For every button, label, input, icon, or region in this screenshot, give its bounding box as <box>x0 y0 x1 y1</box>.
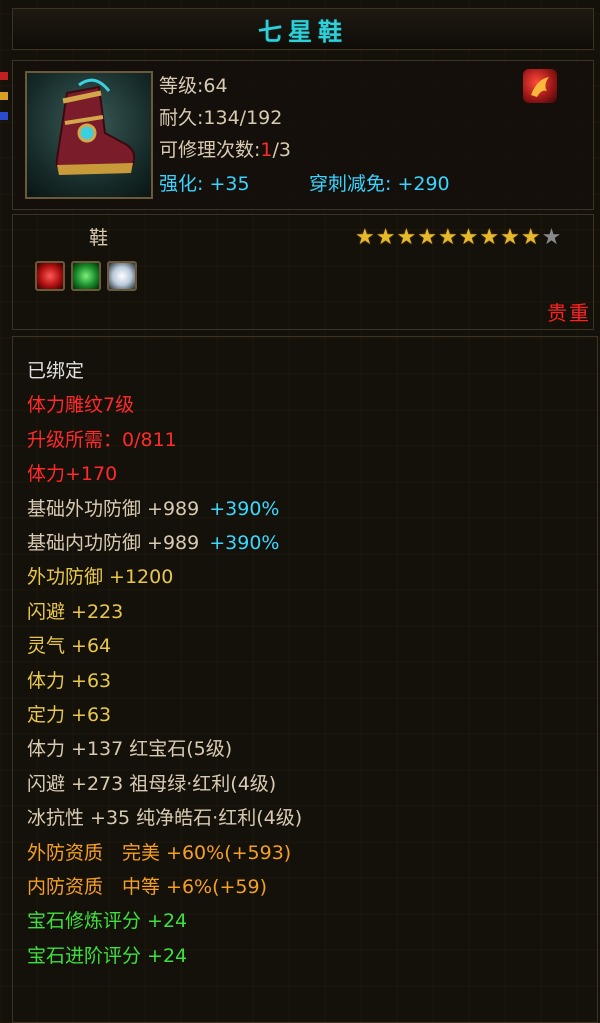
attribute-row: 宝石进阶评分 +24 <box>27 944 187 968</box>
star-icon: ★ <box>396 225 417 250</box>
star-icon: ★ <box>541 225 562 250</box>
attribute-row: 体力+170 <box>27 462 117 486</box>
attribute-row: 闪避 +273 祖母绿·红利(4级) <box>27 772 276 796</box>
attribute-row: 体力雕纹7级 <box>27 393 134 417</box>
green-gem-icon[interactable] <box>71 261 101 291</box>
attribute-text: 冰抗性 +35 纯净皓石·红利(4级) <box>27 807 303 830</box>
white-gem-icon[interactable] <box>107 261 137 291</box>
item-enhance: 强化: +35 <box>159 173 250 195</box>
attribute-text: 宝石进阶评分 +24 <box>27 944 188 967</box>
attribute-text: 闪避 +273 祖母绿·红利(4级) <box>27 772 277 795</box>
item-level: 等级:64 <box>159 75 228 97</box>
star-icon: ★ <box>458 225 479 250</box>
attribute-text: 基础内功防御 +989 <box>27 532 200 554</box>
attribute-text: 基础外功防御 +989 <box>27 497 200 520</box>
item-tooltip: 七星鞋 等级:64 耐久:134/192 可修理次数:1/3 强化: +35 穿… <box>0 0 600 1023</box>
repair-total: /3 <box>272 139 292 161</box>
attribute-text: 宝石修炼评分 +24 <box>27 910 188 933</box>
attribute-row: 体力 +137 红宝石(5级) <box>27 737 232 761</box>
repair-label: 可修理次数: <box>159 139 261 161</box>
attribute-row: 外防资质 完美 +60%(+593) <box>27 841 291 865</box>
attribute-row: 冰抗性 +35 纯净皓石·红利(4级) <box>27 806 302 830</box>
attribute-text: 体力 +137 红宝石(5级) <box>27 738 233 761</box>
item-name: 七星鞋 <box>258 17 348 46</box>
attribute-text: 内防资质 中等 +6%(+59) <box>27 876 268 898</box>
attribute-row: 闪避 +223 <box>27 600 123 624</box>
attribute-row: 内防资质 中等 +6%(+59) <box>27 875 267 899</box>
attribute-row: 基础内功防御 +989 +390% <box>27 531 279 555</box>
attribute-text: 外防资质 完美 +60%(+593) <box>27 841 292 864</box>
edge-accents <box>0 60 8 360</box>
star-icon: ★ <box>355 225 375 250</box>
attribute-text: 体力+170 <box>27 463 118 486</box>
attribute-list: 已绑定体力雕纹7级升级所需：0/811 体力+170 基础外功防御 +989 +390… <box>12 336 598 1023</box>
item-class-panel: 鞋 ★ ★ ★ ★ ★ ★ ★ ★ ★ ★ 贵重 <box>12 214 594 330</box>
star-icon: ★ <box>375 225 396 250</box>
star-icon: ★ <box>479 225 500 250</box>
attribute-row: 宝石修炼评分 +24 <box>27 909 187 933</box>
title-bar: 七星鞋 <box>12 8 594 50</box>
item-durability: 耐久:134/192 <box>159 107 283 129</box>
star-icon: ★ <box>437 225 458 250</box>
attribute-text: 定力 +63 <box>27 704 112 726</box>
attribute-bonus: +390% <box>209 497 280 520</box>
star-icon: ★ <box>417 225 437 250</box>
attribute-row: 基础外功防御 +989 +390% <box>27 497 279 521</box>
attribute-row: 外功防御 +1200 <box>27 565 173 589</box>
attribute-text: 闪避 +223 <box>27 600 124 623</box>
attribute-text: 已绑定 <box>27 360 85 382</box>
attribute-text: 体力雕纹7级 <box>27 394 135 417</box>
item-pierce-reduction: 穿刺减免: +290 <box>309 173 450 195</box>
boots-icon[interactable] <box>25 71 153 199</box>
attribute-text: 外功防御 +1200 <box>27 566 174 589</box>
attribute-row: 定力 +63 <box>27 703 111 727</box>
item-type: 鞋 <box>89 227 109 249</box>
attribute-text: 灵气 +64 <box>27 635 112 658</box>
rarity-label: 贵重 <box>547 301 591 325</box>
item-summary: 等级:64 耐久:134/192 可修理次数:1/3 强化: +35 穿刺减免:… <box>12 60 594 210</box>
attribute-text: 体力 +63 <box>27 669 112 692</box>
attribute-row: 灵气 +64 <box>27 634 111 658</box>
item-repair-count: 可修理次数:1/3 <box>159 135 291 162</box>
attribute-bonus: +390% <box>209 532 280 554</box>
attribute-row: 升级所需：0/811 <box>27 428 177 452</box>
star-rating: ★ ★ ★ ★ ★ ★ ★ ★ ★ ★ <box>355 227 561 249</box>
star-icon: ★ <box>520 225 541 250</box>
attribute-text: 升级所需：0/811 <box>27 428 177 451</box>
red-gem-icon[interactable] <box>35 261 65 291</box>
fire-bird-icon[interactable] <box>523 69 557 103</box>
attribute-row: 已绑定 <box>27 359 84 383</box>
gem-sockets <box>35 261 137 291</box>
star-icon: ★ <box>500 225 520 250</box>
attribute-row: 体力 +63 <box>27 669 111 693</box>
repair-used: 1 <box>260 139 273 161</box>
